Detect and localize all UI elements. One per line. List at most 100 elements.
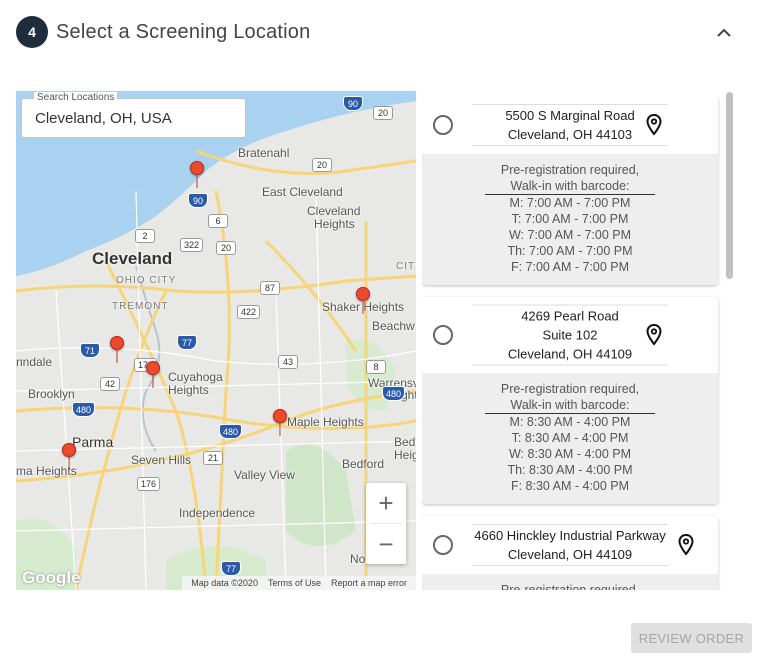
location-list-scrollbar[interactable] bbox=[726, 92, 733, 279]
highway-shield: 322 bbox=[180, 238, 204, 252]
map-marker[interactable] bbox=[110, 336, 124, 363]
search-locations-field[interactable]: Search Locations bbox=[21, 92, 246, 138]
highway-shield: 42 bbox=[100, 377, 120, 391]
hours-line: W: 8:30 AM - 4:00 PM bbox=[508, 447, 632, 461]
map-marker[interactable] bbox=[190, 161, 204, 188]
map-label: Parma bbox=[72, 434, 114, 450]
map-label: OHIO CITY bbox=[116, 275, 177, 286]
location-hours: Pre-registration required, Walk-in with … bbox=[422, 154, 718, 285]
location-address: 5500 S Marginal Road Cleveland, OH 44103 bbox=[472, 104, 668, 146]
hours-line: M: 7:00 AM - 7:00 PM bbox=[509, 196, 631, 210]
map-label: Heig bbox=[394, 448, 416, 462]
map-marker[interactable] bbox=[273, 409, 287, 436]
location-radio[interactable] bbox=[433, 535, 453, 555]
report-map-error-link[interactable]: Report a map error bbox=[331, 578, 407, 588]
highway-shield: 21 bbox=[203, 451, 223, 465]
location-card[interactable]: 4660 Hinckley Industrial Parkway Clevela… bbox=[422, 516, 718, 590]
walkin-text: Walk-in with barcode: bbox=[485, 178, 655, 195]
google-logo: Google bbox=[22, 568, 81, 587]
highway-shield: 90 bbox=[188, 193, 208, 208]
hours-line: W: 7:00 AM - 7:00 PM bbox=[508, 228, 632, 242]
map-label: Bratenahl bbox=[238, 146, 290, 160]
map-label: TREMONT bbox=[112, 301, 169, 312]
map-label: Independence bbox=[179, 506, 256, 520]
step-header: 4 Select a Screening Location bbox=[16, 16, 740, 48]
map-marker[interactable] bbox=[62, 443, 76, 470]
location-list[interactable]: 5500 S Marginal Road Cleveland, OH 44103… bbox=[422, 96, 722, 590]
map-label: Heights bbox=[168, 383, 209, 397]
location-pin-icon[interactable] bbox=[678, 534, 694, 556]
location-address: 4269 Pearl Road Suite 102 Cleveland, OH … bbox=[472, 304, 668, 366]
map-label: Maple Heights bbox=[287, 415, 364, 429]
highway-shield: 480 bbox=[219, 424, 243, 439]
map-label: Brooklyn bbox=[28, 387, 75, 401]
map-label: Cleveland bbox=[92, 249, 173, 268]
map[interactable]: Bratenahl East Cleveland Cleveland Heigh… bbox=[16, 91, 416, 590]
location-card[interactable]: 4269 Pearl Road Suite 102 Cleveland, OH … bbox=[422, 297, 718, 504]
address-line: 4660 Hinckley Industrial Parkway bbox=[474, 528, 666, 543]
address-line: Suite 102 bbox=[542, 327, 598, 343]
highway-shield: 71 bbox=[80, 343, 100, 358]
location-card-header: 4660 Hinckley Industrial Parkway Clevela… bbox=[422, 516, 718, 574]
step-title: Select a Screening Location bbox=[56, 20, 311, 43]
map-marker[interactable] bbox=[356, 287, 370, 314]
map-label: Valley View bbox=[234, 468, 295, 482]
location-hours: Pre-registration required, Walk-in with … bbox=[422, 373, 718, 504]
prereg-text: Pre-registration required, bbox=[500, 382, 640, 396]
zoom-out-button[interactable]: − bbox=[366, 524, 406, 564]
hours-line: Th: 7:00 AM - 7:00 PM bbox=[507, 244, 633, 258]
review-order-button[interactable]: REVIEW ORDER bbox=[631, 623, 752, 653]
highway-shield: 2 bbox=[135, 229, 155, 243]
hours-line: M: 8:30 AM - 4:00 PM bbox=[509, 415, 631, 429]
address-line: Cleveland, OH 44103 bbox=[507, 127, 633, 142]
map-label: Beachw bbox=[372, 319, 415, 333]
prereg-text: Pre-registration required, bbox=[500, 163, 640, 177]
prereg-text: Pre-registration required, bbox=[500, 583, 640, 590]
location-card[interactable]: 5500 S Marginal Road Cleveland, OH 44103… bbox=[422, 96, 718, 285]
address-line: 5500 S Marginal Road bbox=[505, 108, 635, 123]
map-label: nndale bbox=[16, 355, 53, 369]
search-input[interactable] bbox=[35, 110, 235, 127]
zoom-in-button[interactable]: + bbox=[366, 483, 406, 523]
hours-line: T: 8:30 AM - 4:00 PM bbox=[511, 431, 629, 445]
location-pin-icon[interactable] bbox=[646, 114, 662, 136]
chevron-up-icon[interactable] bbox=[714, 22, 734, 42]
address-line: Cleveland, OH 44109 bbox=[507, 346, 633, 362]
location-radio[interactable] bbox=[433, 115, 453, 135]
highway-shield: 480 bbox=[382, 386, 406, 401]
hours-line: F: 8:30 AM - 4:00 PM bbox=[510, 479, 630, 493]
map-label: Heights bbox=[314, 217, 355, 231]
highway-shield: 43 bbox=[278, 355, 298, 369]
terms-of-use-link[interactable]: Terms of Use bbox=[268, 578, 321, 588]
highway-shield: 422 bbox=[237, 305, 261, 319]
location-card-header: 4269 Pearl Road Suite 102 Cleveland, OH … bbox=[422, 297, 718, 373]
highway-shield: 90 bbox=[343, 96, 363, 111]
step-number-badge: 4 bbox=[16, 16, 48, 48]
location-address: 4660 Hinckley Industrial Parkway Clevela… bbox=[472, 524, 668, 566]
location-radio[interactable] bbox=[433, 325, 453, 345]
highway-shield: 77 bbox=[221, 561, 241, 576]
map-label: CITY bbox=[396, 261, 416, 272]
highway-shield: 20 bbox=[373, 106, 393, 120]
search-legend: Search Locations bbox=[34, 92, 118, 103]
map-label: Seven Hills bbox=[131, 453, 192, 467]
hours-line: F: 7:00 AM - 7:00 PM bbox=[510, 260, 630, 274]
map-label: Bedf bbox=[394, 435, 416, 449]
location-hours: Pre-registration required, bbox=[422, 574, 718, 590]
highway-shield: 8 bbox=[366, 360, 386, 374]
map-attribution: Map data ©2020 Terms of Use Report a map… bbox=[182, 576, 416, 590]
map-label: Cleveland bbox=[307, 204, 361, 218]
hours-line: Th: 8:30 AM - 4:00 PM bbox=[507, 463, 633, 477]
highway-shield: 6 bbox=[208, 214, 228, 228]
map-label: Bedford bbox=[342, 457, 385, 471]
map-label: Cuyahoga bbox=[168, 370, 223, 384]
highway-shield: 20 bbox=[216, 241, 236, 255]
location-pin-icon[interactable] bbox=[646, 324, 662, 346]
walkin-text: Walk-in with barcode: bbox=[485, 397, 655, 414]
map-label: East Cleveland bbox=[262, 185, 343, 199]
address-line: Cleveland, OH 44109 bbox=[507, 547, 633, 562]
map-marker[interactable] bbox=[146, 361, 160, 388]
map-data-label: Map data ©2020 bbox=[191, 578, 258, 588]
highway-shield: 176 bbox=[137, 477, 161, 491]
highway-shield: 480 bbox=[72, 402, 96, 417]
